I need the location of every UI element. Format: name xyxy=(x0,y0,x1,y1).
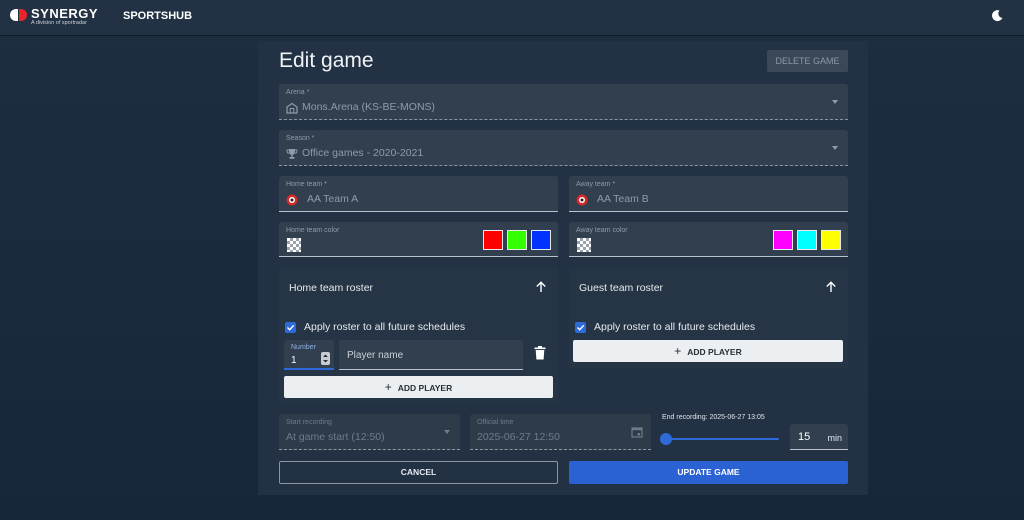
duration-input[interactable]: 15 min xyxy=(790,424,848,450)
arena-value: Mons.Arena (KS-BE-MONS) xyxy=(302,101,436,113)
guest-roster-header[interactable]: Guest team roster xyxy=(569,267,848,309)
home-color-field[interactable]: Home team color xyxy=(279,222,558,257)
start-recording-value: At game start (12:50) xyxy=(286,431,385,443)
arena-label: Arena * xyxy=(286,89,310,96)
player-number-label: Number xyxy=(291,344,316,351)
away-team-label: Away team * xyxy=(576,181,616,188)
checkbox-checked-icon xyxy=(575,321,586,333)
brand-subtitle: A division of sportradar xyxy=(31,20,87,26)
away-color-label: Away team color xyxy=(576,227,628,234)
arrow-up-icon[interactable] xyxy=(534,280,548,294)
away-team-value: AA Team B xyxy=(597,193,649,205)
official-time-value: 2025-06-27 12:50 xyxy=(477,431,560,443)
transparent-color-icon xyxy=(577,238,591,252)
moon-icon[interactable] xyxy=(990,9,1004,23)
transparent-color-icon xyxy=(287,238,301,252)
chevron-down-icon xyxy=(832,100,838,104)
home-color-swatch-red[interactable] xyxy=(483,230,503,250)
start-recording-label: Start recording xyxy=(286,419,332,426)
home-team-field[interactable]: Home team * AA Team A xyxy=(279,176,558,212)
synergy-logo[interactable]: SYNERGY A division of sportradar xyxy=(10,7,98,27)
guest-add-player-label: ADD PLAYER xyxy=(687,347,742,357)
home-roster-title: Home team roster xyxy=(289,282,374,294)
away-team-field[interactable]: Away team * AA Team B xyxy=(569,176,848,212)
arena-icon xyxy=(286,101,298,114)
season-select[interactable]: Season * Office games - 2020-2021 xyxy=(279,130,848,166)
plus-icon: + xyxy=(674,344,682,358)
home-roster-card: Home team roster Apply roster to all fut… xyxy=(279,267,558,403)
home-apply-roster-checkbox[interactable]: Apply roster to all future schedules xyxy=(285,320,465,334)
home-team-label: Home team * xyxy=(286,181,327,188)
player-name-placeholder: Player name xyxy=(347,350,404,361)
chevron-down-icon xyxy=(832,146,838,150)
home-add-player-button[interactable]: + ADD PLAYER xyxy=(284,376,553,398)
away-color-swatch-cyan[interactable] xyxy=(797,230,817,250)
delete-player-icon[interactable] xyxy=(534,346,546,360)
team-logo-icon xyxy=(286,193,298,206)
home-color-label: Home team color xyxy=(286,227,340,234)
trophy-icon xyxy=(286,147,298,159)
number-spinner-icon[interactable] xyxy=(321,352,330,365)
edit-game-panel: Edit game DELETE GAME Arena * Mons.Arena… xyxy=(258,41,868,495)
home-team-value: AA Team A xyxy=(307,193,359,205)
official-time-label: Official time xyxy=(477,419,514,426)
guest-roster-card: Guest team roster Apply roster to all fu… xyxy=(569,267,848,368)
page-title: Edit game xyxy=(279,49,374,72)
player-number-value: 1 xyxy=(291,355,297,366)
chevron-down-icon xyxy=(444,430,450,434)
checkbox-checked-icon xyxy=(285,321,296,333)
home-add-player-label: ADD PLAYER xyxy=(397,383,453,393)
team-logo-icon xyxy=(576,193,588,206)
official-time-field[interactable]: Official time 2025-06-27 12:50 xyxy=(470,414,651,450)
duration-slider-track[interactable] xyxy=(666,438,779,440)
away-color-field[interactable]: Away team color xyxy=(569,222,848,257)
home-roster-header[interactable]: Home team roster xyxy=(279,267,558,309)
home-color-swatch-green[interactable] xyxy=(507,230,527,250)
duration-value: 15 xyxy=(798,431,811,443)
update-game-button[interactable]: UPDATE GAME xyxy=(569,461,848,484)
guest-apply-roster-checkbox[interactable]: Apply roster to all future schedules xyxy=(575,320,755,334)
duration-unit: min xyxy=(827,433,842,443)
app-name[interactable]: SPORTSHUB xyxy=(123,10,192,22)
calendar-icon[interactable] xyxy=(631,425,643,438)
arrow-up-icon[interactable] xyxy=(824,280,838,294)
end-recording-label: End recording: 2025-06-27 13:05 xyxy=(662,414,765,421)
away-color-swatch-magenta[interactable] xyxy=(773,230,793,250)
start-recording-select[interactable]: Start recording At game start (12:50) xyxy=(279,414,460,450)
season-value: Office games - 2020-2021 xyxy=(302,147,424,159)
cancel-button[interactable]: CANCEL xyxy=(279,461,558,484)
away-color-swatch-yellow[interactable] xyxy=(821,230,841,250)
season-label: Season * xyxy=(286,135,315,142)
player-number-input[interactable]: Number 1 xyxy=(284,340,334,370)
duration-slider-thumb[interactable] xyxy=(660,433,672,445)
plus-icon: + xyxy=(384,380,392,394)
player-name-input[interactable]: Player name xyxy=(339,340,523,370)
home-apply-roster-label: Apply roster to all future schedules xyxy=(304,321,466,333)
guest-apply-roster-label: Apply roster to all future schedules xyxy=(594,321,756,333)
delete-game-button[interactable]: DELETE GAME xyxy=(767,50,848,72)
guest-roster-title: Guest team roster xyxy=(579,282,664,294)
arena-select[interactable]: Arena * Mons.Arena (KS-BE-MONS) xyxy=(279,84,848,120)
brand-name: SYNERGY xyxy=(31,6,99,21)
home-color-swatch-blue[interactable] xyxy=(531,230,551,250)
top-app-bar: SYNERGY A division of sportradar SPORTSH… xyxy=(0,0,1024,36)
synergy-logo-mark xyxy=(10,9,28,21)
guest-add-player-button[interactable]: + ADD PLAYER xyxy=(573,340,843,362)
